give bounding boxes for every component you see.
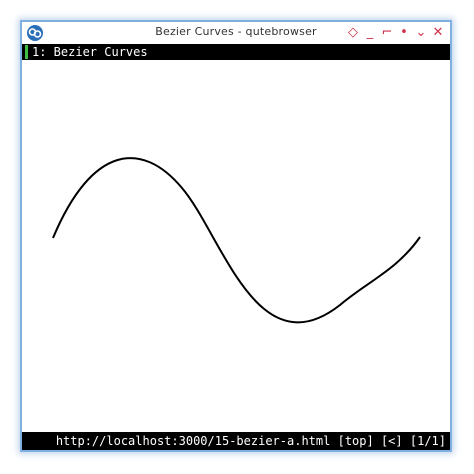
tab-bezier-curves[interactable]: 1: Bezier Curves <box>32 45 148 59</box>
minimize-icon[interactable]: _ <box>364 25 376 41</box>
sticky-icon[interactable]: ◇ <box>347 25 359 41</box>
status-scroll: [top] <box>337 434 374 448</box>
close-icon[interactable]: ✕ <box>432 25 444 41</box>
status-history: [<] <box>380 434 403 448</box>
status-tab-count: [1/1] <box>409 434 446 448</box>
menu-icon[interactable]: • <box>398 25 410 41</box>
status-bar: http://localhost:3000/15-bezier-a.html [… <box>22 432 450 450</box>
bezier-canvas <box>52 157 421 324</box>
title-bar[interactable]: Bezier Curves - qutebrowser ◇ _ ⌐ • ⌄ ✕ <box>22 22 450 44</box>
browser-window: Bezier Curves - qutebrowser ◇ _ ⌐ • ⌄ ✕ … <box>20 20 452 452</box>
tab-bar: 1: Bezier Curves <box>22 44 450 60</box>
page-content <box>22 60 450 432</box>
status-text: http://localhost:3000/15-bezier-a.html [… <box>56 434 446 448</box>
bezier-curve <box>52 157 421 324</box>
status-url[interactable]: http://localhost:3000/15-bezier-a.html <box>56 434 331 448</box>
tab-indicator <box>25 45 28 59</box>
window-controls: ◇ _ ⌐ • ⌄ ✕ <box>347 24 444 42</box>
shade-icon[interactable]: ⌄ <box>415 25 427 41</box>
maximize-icon[interactable]: ⌐ <box>381 25 393 41</box>
